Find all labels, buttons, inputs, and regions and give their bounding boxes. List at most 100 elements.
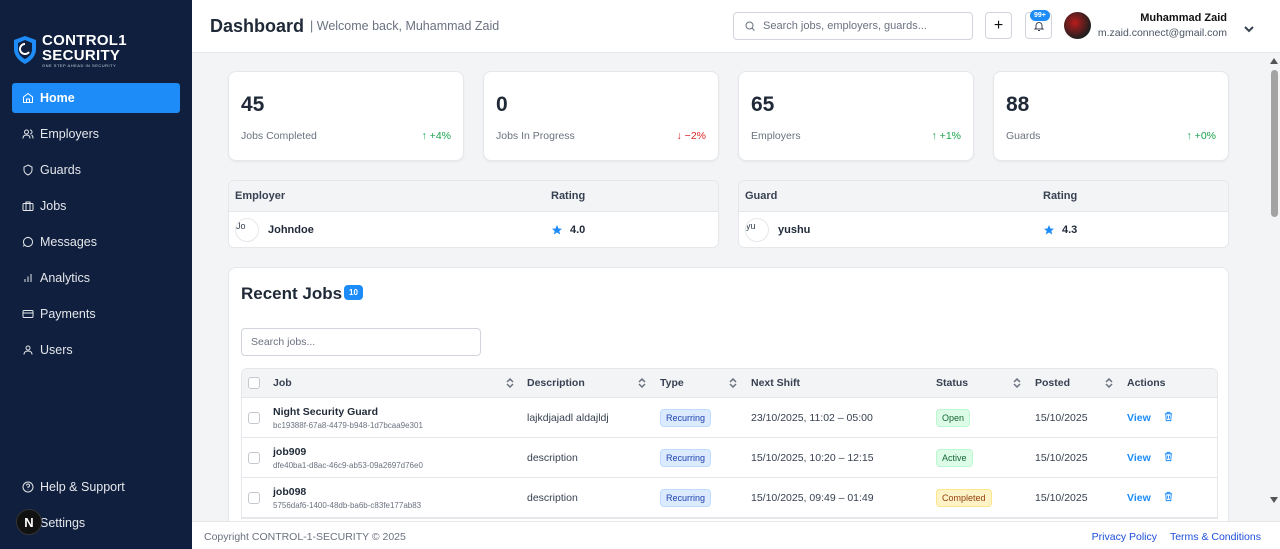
help-icon [22, 481, 34, 493]
job-name[interactable]: Night Security Guard [273, 406, 423, 418]
welcome-text: | Welcome back, Muhammad Zaid [310, 19, 500, 33]
sort-posted[interactable] [1105, 377, 1113, 389]
table-header: Employer Rating [229, 181, 718, 212]
avatar: Jo [235, 218, 259, 242]
table-row[interactable]: job909 dfe40ba1-d8ac-46c9-ab53-09a2697d7… [242, 438, 1217, 478]
jobs-search-input[interactable] [241, 328, 481, 356]
brand-line2: SECURITY [42, 46, 121, 64]
sidebar-item-jobs[interactable]: Jobs [12, 191, 180, 221]
column-actions: Actions [1127, 377, 1166, 389]
row-checkbox[interactable] [248, 411, 260, 424]
select-all-checkbox[interactable] [248, 377, 260, 389]
search-icon [745, 21, 755, 31]
job-description: description [527, 491, 578, 504]
user-menu-toggle[interactable] [1244, 21, 1254, 33]
sort-type[interactable] [729, 377, 737, 389]
sort-description[interactable] [638, 377, 646, 389]
table-row[interactable]: yu yushu 4.3 [739, 212, 1228, 247]
sidebar-item-home[interactable]: Home [12, 83, 180, 113]
privacy-policy-link[interactable]: Privacy Policy [1092, 531, 1157, 543]
scroll-down-arrow[interactable] [1270, 497, 1278, 503]
job-id: 5756daf6-1400-48db-ba6b-c83fe177ab83 [273, 500, 422, 510]
recent-jobs-table: Job Description Type Next Shift Status P… [241, 368, 1218, 519]
sidebar-item-help[interactable]: Help & Support [12, 472, 180, 502]
sort-status[interactable] [1013, 377, 1021, 389]
table-header: Guard Rating [739, 181, 1228, 212]
delete-button[interactable] [1163, 451, 1174, 465]
column-status[interactable]: Status [936, 377, 968, 389]
column-next-shift[interactable]: Next Shift [751, 377, 800, 389]
sort-icon [729, 377, 737, 389]
sidebar-item-guards[interactable]: Guards [12, 155, 180, 185]
view-link[interactable]: View [1127, 492, 1151, 504]
sort-icon [506, 377, 514, 389]
job-name[interactable]: job909 [273, 446, 423, 458]
type-badge: Recurring [660, 408, 712, 427]
row-checkbox[interactable] [248, 451, 260, 464]
employer-name: Johndoe [268, 224, 314, 236]
sidebar-item-employers[interactable]: Employers [12, 119, 180, 149]
sidebar-item-messages[interactable]: Messages [12, 227, 180, 257]
delete-button[interactable] [1163, 411, 1174, 425]
home-icon [23, 92, 33, 103]
row-checkbox[interactable] [248, 491, 260, 504]
stat-label: Jobs In Progress [496, 130, 575, 142]
avatar: yu [745, 218, 769, 242]
table-header: Job Description Type Next Shift Status P… [242, 369, 1217, 398]
column-posted[interactable]: Posted [1035, 377, 1070, 389]
users-icon [22, 129, 34, 139]
job-id: dfe40ba1-d8ac-46c9-ab53-09a2697d76e0 [273, 460, 423, 470]
user-info[interactable]: Muhammad Zaid m.zaid.connect@gmail.com [1098, 12, 1227, 39]
column-job[interactable]: Job [273, 377, 292, 389]
sidebar-item-users[interactable]: Users [12, 335, 180, 365]
scroll-thumb[interactable] [1271, 70, 1278, 217]
table-row[interactable]: Jo Johndoe 4.0 [229, 212, 718, 247]
scroll-up-arrow[interactable] [1270, 58, 1278, 64]
copyright: Copyright CONTROL-1-SECURITY © 2025 [204, 531, 406, 543]
trash-icon [1164, 411, 1173, 421]
main: Dashboard | Welcome back, Muhammad Zaid … [192, 0, 1280, 549]
stat-label: Guards [1006, 130, 1041, 142]
job-cell: job098 5756daf6-1400-48db-ba6b-c83fe177a… [273, 486, 421, 510]
next-shift: 23/10/2025, 11:02 – 05:00 [751, 411, 873, 424]
sidebar-item-label: Guards [40, 163, 81, 177]
stat-change: ↓ −2% [676, 130, 706, 142]
table-row[interactable]: Night Security Guard bc19388f-67a8-4479-… [242, 398, 1217, 438]
sort-job[interactable] [506, 377, 514, 389]
column-rating: Rating [1043, 190, 1078, 202]
trash-icon [1164, 491, 1173, 501]
column-description[interactable]: Description [527, 377, 585, 389]
add-button[interactable]: + [985, 12, 1012, 39]
trash-icon [1164, 451, 1173, 461]
shield-logo-icon [14, 36, 36, 64]
sidebar-item-payments[interactable]: Payments [12, 299, 180, 329]
next-shift: 15/10/2025, 09:49 – 01:49 [751, 491, 874, 504]
sidebar-item-label: Messages [40, 235, 97, 249]
view-link[interactable]: View [1127, 412, 1151, 424]
global-search-input[interactable] [763, 20, 963, 32]
stat-change: ↑ +0% [1186, 130, 1216, 142]
sidebar-item-analytics[interactable]: Analytics [12, 263, 180, 293]
job-name[interactable]: job098 [273, 486, 421, 498]
brand-logo[interactable]: CONTROL1 SECURITY ONE STEP AHEAD IN SECU… [0, 0, 192, 70]
brand-tagline: ONE STEP AHEAD IN SECURITY [42, 62, 117, 68]
stat-card-jobs-completed: 45 Jobs Completed ↑ +4% [228, 71, 464, 161]
table-row[interactable]: job098 5756daf6-1400-48db-ba6b-c83fe177a… [242, 478, 1217, 518]
avatar[interactable] [1064, 12, 1091, 39]
sidebar-item-label: Analytics [40, 271, 91, 285]
message-icon [23, 237, 34, 247]
n-badge[interactable]: N [16, 509, 42, 535]
sidebar-item-label: Payments [40, 307, 96, 321]
rating-cell: 4.0 [551, 224, 585, 236]
chevron-down-icon [1244, 26, 1254, 33]
job-cell: job909 dfe40ba1-d8ac-46c9-ab53-09a2697d7… [273, 446, 423, 470]
terms-link[interactable]: Terms & Conditions [1170, 531, 1261, 543]
star-icon [552, 225, 562, 235]
column-guard: Guard [745, 190, 778, 202]
view-link[interactable]: View [1127, 452, 1151, 464]
delete-button[interactable] [1163, 491, 1174, 505]
recent-jobs-count-badge: 10 [344, 285, 363, 300]
column-type[interactable]: Type [660, 377, 684, 389]
global-search[interactable] [733, 12, 973, 40]
scrollbar[interactable] [1268, 53, 1280, 521]
